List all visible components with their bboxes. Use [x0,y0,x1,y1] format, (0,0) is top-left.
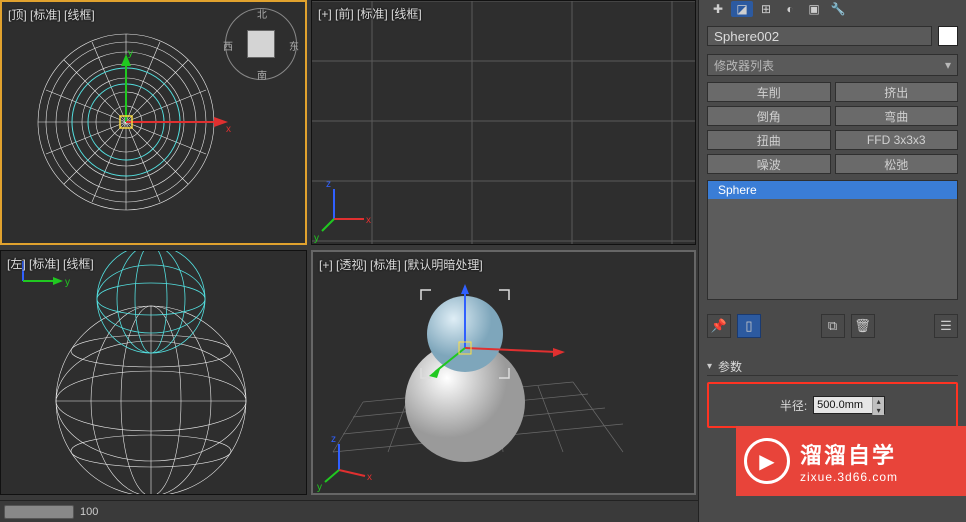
svg-text:y: y [314,233,319,244]
svg-text:z: z [326,179,331,190]
svg-text:y: y [65,277,70,288]
modifier-stack-item[interactable]: Sphere [708,181,957,199]
watermark-url: zixue.3d66.com [800,470,898,484]
tab-motion-icon[interactable]: ◐ [779,1,801,17]
chevron-down-icon: ▾ [945,58,951,72]
svg-text:x: x [367,472,372,483]
radius-parameter-row: 半径: 500.0mm ▴▾ [707,382,958,428]
viewport-front[interactable]: [+] [前] [标准] [线框] z x y [311,0,696,245]
params-rollout-header[interactable]: 参数 [707,358,958,376]
viewport-persp-canvas: z x y [313,252,694,493]
viewport-top-label: [顶] [标准] [线框] [8,6,95,23]
viewcube[interactable]: 北 南 东 西 [225,8,297,80]
mod-btn-noise[interactable]: 噪波 [707,154,831,174]
play-icon: ▶ [744,438,790,484]
watermark-title: 溜溜自学 [800,438,898,470]
modifier-stack[interactable]: Sphere [707,180,958,300]
mod-btn-extrude[interactable]: 挤出 [835,82,959,102]
mod-btn-bevel[interactable]: 倒角 [707,106,831,126]
viewport-perspective[interactable]: [+] [透视] [标准] [默认明暗处理] [311,250,696,495]
viewport-top[interactable]: [顶] [标准] [线框] 北 南 东 西 y x [0,0,307,245]
command-panel-tabs: ✚ ◪ ⊞ ◐ ▣ 🔧 [699,0,966,18]
viewport-left-canvas: y [1,251,306,494]
viewport-left[interactable]: [左] [标准] [线框] y [0,250,307,495]
mod-btn-twist[interactable]: 扭曲 [707,130,831,150]
radius-spinner[interactable]: 500.0mm ▴▾ [813,396,885,414]
viewcube-east: 东 [289,38,299,53]
mod-btn-relax[interactable]: 松弛 [835,154,959,174]
viewcube-south: 南 [257,67,267,82]
object-color-swatch[interactable] [938,26,958,46]
radius-label: 半径: [780,397,807,414]
viewcube-west: 西 [223,38,233,53]
mod-btn-lathe[interactable]: 车削 [707,82,831,102]
viewport-front-canvas: z x y [312,1,695,244]
timeline-slider[interactable] [4,505,74,519]
tab-create-icon[interactable]: ✚ [707,1,729,17]
viewport-front-label: [+] [前] [标准] [线框] [318,5,422,22]
svg-text:y: y [317,482,322,493]
viewport-persp-label: [+] [透视] [标准] [默认明暗处理] [319,256,483,273]
svg-text:x: x [226,124,231,135]
viewport-left-label: [左] [标准] [线框] [7,255,94,272]
svg-text:z: z [331,434,336,445]
radius-value: 500.0mm [817,399,863,411]
tab-utilities-icon[interactable]: 🔧 [827,1,849,17]
timeline-frame: 100 [80,506,98,518]
mod-btn-ffd[interactable]: FFD 3x3x3 [835,130,959,150]
watermark: ▶ 溜溜自学 zixue.3d66.com [736,426,966,496]
show-end-result-icon[interactable]: ▯ [737,314,761,338]
params-rollout-title: 参数 [718,358,742,375]
tab-modify-icon[interactable]: ◪ [731,1,753,17]
object-name-input[interactable] [707,26,932,46]
svg-text:x: x [366,215,371,226]
remove-modifier-icon[interactable]: 🗑 [851,314,875,338]
configure-sets-icon[interactable]: ☰ [934,314,958,338]
timeline[interactable]: 100 [0,500,698,522]
modifier-list-dropdown[interactable]: 修改器列表 ▾ [707,54,958,76]
svg-text:y: y [128,48,133,59]
tab-hierarchy-icon[interactable]: ⊞ [755,1,777,17]
viewcube-north: 北 [257,6,267,21]
pin-stack-icon[interactable]: 📌 [707,314,731,338]
modifier-buttons: 车削 挤出 倒角 弯曲 扭曲 FFD 3x3x3 噪波 松弛 [707,82,958,174]
spinner-arrows[interactable]: ▴▾ [872,397,884,413]
mod-btn-bend[interactable]: 弯曲 [835,106,959,126]
make-unique-icon[interactable]: ⧉ [821,314,845,338]
modifier-stack-tools: 📌 ▯ ⧉ 🗑 ☰ [707,312,958,340]
modifier-list-label: 修改器列表 [714,57,774,74]
tab-display-icon[interactable]: ▣ [803,1,825,17]
